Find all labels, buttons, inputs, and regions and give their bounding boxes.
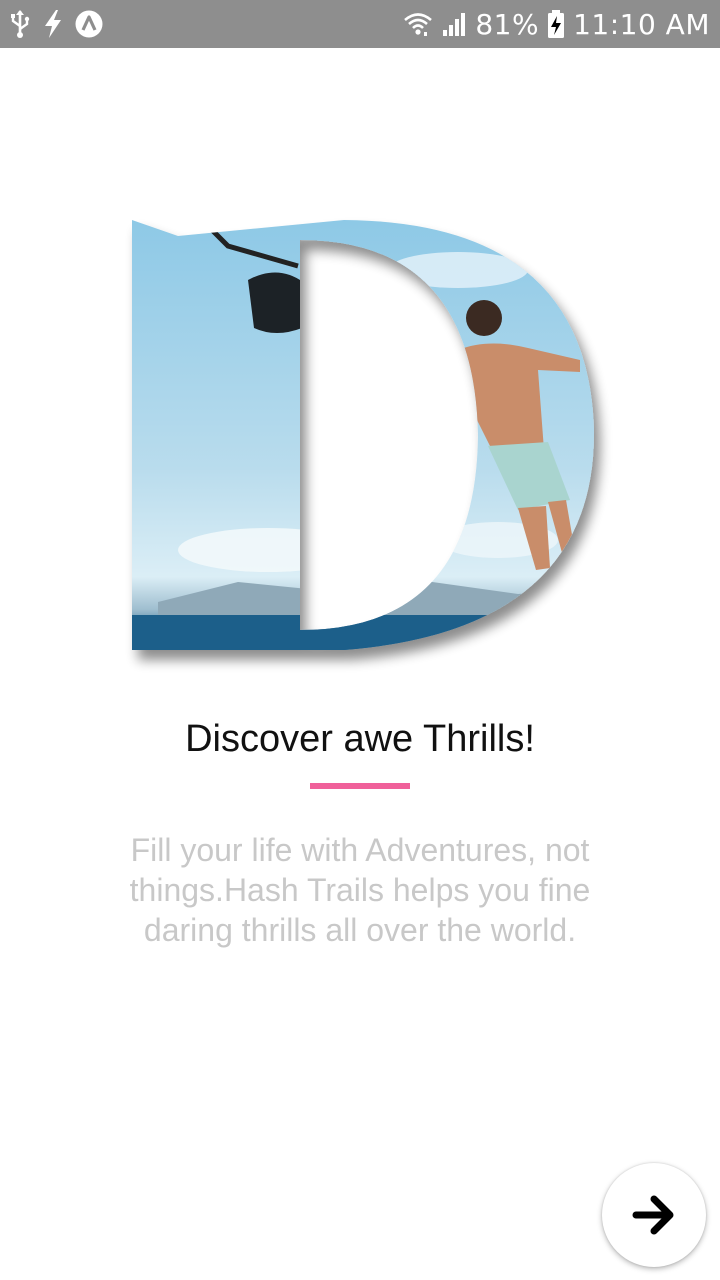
wifi-icon xyxy=(403,10,433,38)
status-bar-left xyxy=(8,0,104,48)
title-accent-underline xyxy=(310,783,410,789)
description-line: things.Hash Trails helps you fine xyxy=(129,872,591,908)
description-line: daring thrills all over the world. xyxy=(143,912,577,948)
hero-letter-image xyxy=(118,210,618,680)
signal-icon xyxy=(441,10,467,38)
battery-charging-icon xyxy=(547,9,565,39)
status-bar-right: 81% 11:10 AM xyxy=(403,0,710,48)
arrow-right-icon xyxy=(632,1193,676,1237)
onboarding-title: Discover awe Thrills! xyxy=(185,718,535,760)
usb-icon xyxy=(8,9,32,39)
status-time: 11:10 AM xyxy=(573,7,710,41)
charging-bolt-icon xyxy=(42,9,64,39)
onboarding-screen: 81% 11:10 AM Discover awe Thrills! Fill … xyxy=(0,0,720,1280)
app-notification-icon xyxy=(74,9,104,39)
onboarding-description: Fill your life with Adventures, not thin… xyxy=(80,830,640,950)
status-bar: 81% 11:10 AM xyxy=(0,0,720,48)
battery-percentage: 81% xyxy=(475,7,540,41)
next-button[interactable] xyxy=(602,1163,706,1267)
description-line: Fill your life with Adventures, not xyxy=(130,832,590,868)
